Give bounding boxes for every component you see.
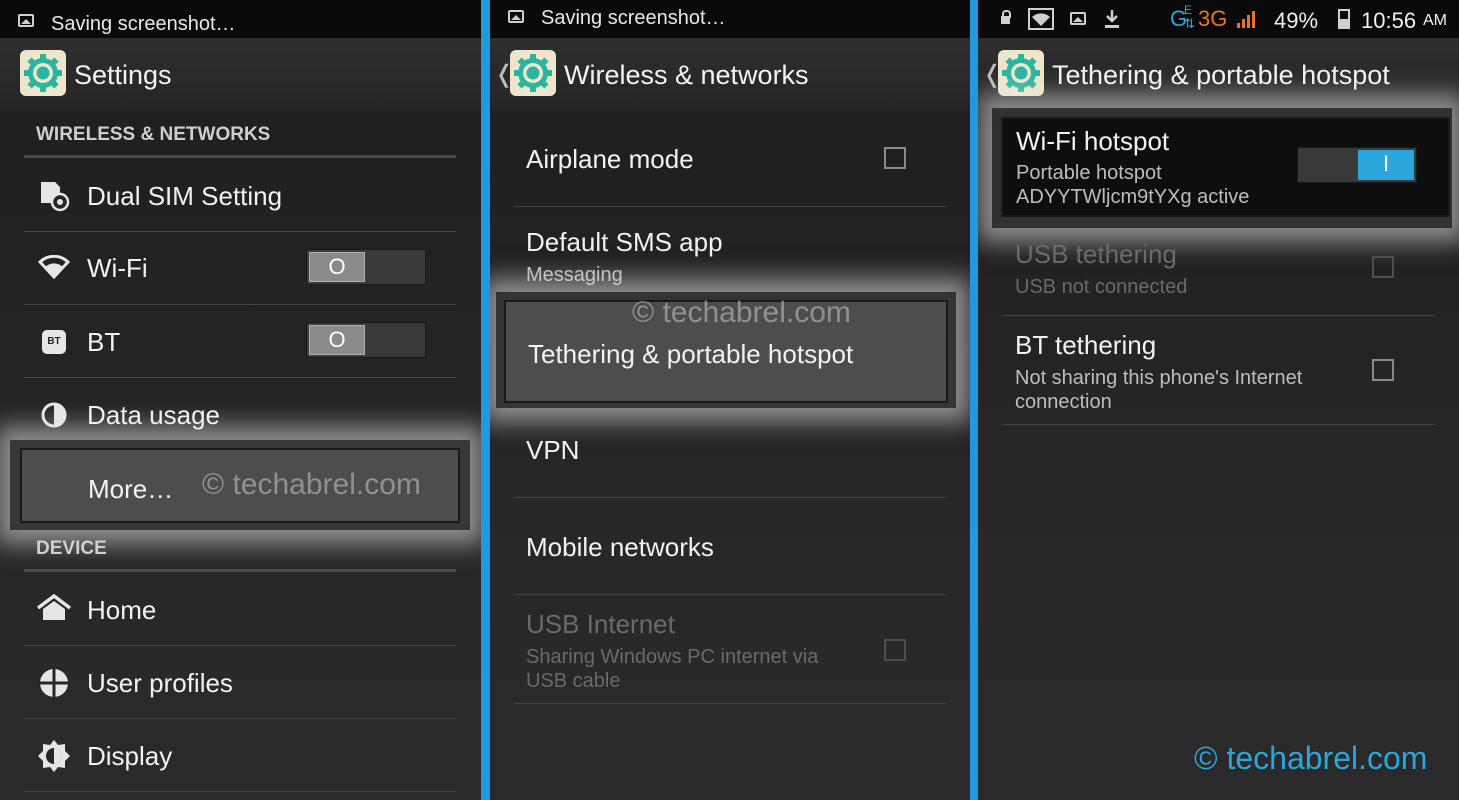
settings-app-icon[interactable] bbox=[20, 50, 66, 96]
settings-item-label: BT tethering bbox=[1015, 330, 1157, 360]
download-icon bbox=[1105, 10, 1119, 28]
divider bbox=[24, 304, 456, 305]
signal-strength-icon bbox=[1237, 11, 1255, 28]
toggle-knob: I bbox=[1358, 150, 1414, 180]
settings-item-summary: Messaging bbox=[526, 264, 623, 286]
wifi-toggle[interactable]: O bbox=[306, 249, 426, 285]
bluetooth-icon: BT bbox=[42, 330, 66, 354]
settings-item-label: More… bbox=[88, 474, 174, 504]
network-type-3g: 3G bbox=[1198, 6, 1228, 31]
action-bar: ❬ Wireless & networks bbox=[490, 38, 970, 110]
settings-item-label: Wi-Fi hotspot bbox=[1016, 126, 1170, 156]
status-bar: Saving screenshot… bbox=[490, 0, 970, 38]
sync-arrows-icon: ⇅ bbox=[1184, 16, 1195, 31]
settings-item-label: USB tethering bbox=[1015, 239, 1177, 269]
page-title: Wireless & networks bbox=[564, 60, 809, 90]
status-bar: G E ⇅ 3G 49% 10:56 AM bbox=[978, 0, 1459, 38]
settings-item-label: User profiles bbox=[87, 668, 233, 698]
battery-percent: 49% bbox=[1274, 8, 1319, 33]
divider bbox=[24, 645, 456, 646]
section-divider bbox=[24, 155, 456, 158]
settings-item-label: Wi-Fi bbox=[87, 253, 148, 283]
settings-item-label: VPN bbox=[526, 435, 580, 465]
settings-item-more[interactable]: More… © techabrel.com bbox=[20, 448, 460, 523]
settings-item-label: USB Internet bbox=[526, 609, 675, 639]
settings-item-summary: Portable hotspot bbox=[1016, 162, 1162, 184]
settings-item-summary: USB not connected bbox=[1015, 276, 1188, 298]
watermark: © techabrel.com bbox=[1194, 740, 1428, 776]
wifi-hotspot-status-icon bbox=[1028, 8, 1054, 30]
settings-item-tethering[interactable]: © techabrel.com Tethering & portable hot… bbox=[504, 296, 948, 403]
page-title: Tethering & portable hotspot bbox=[1052, 60, 1390, 90]
action-bar: ❬ Tethering & portable hotspot bbox=[978, 38, 1459, 110]
settings-item-summary: Not sharing this phone's Internet bbox=[1015, 367, 1303, 389]
usb-internet-checkbox[interactable] bbox=[884, 639, 906, 661]
divider bbox=[1003, 424, 1435, 425]
toggle-knob: O bbox=[309, 252, 365, 282]
screenshot-notification-icon bbox=[1070, 12, 1086, 25]
usb-tethering-checkbox[interactable] bbox=[1372, 256, 1394, 278]
settings-item-summary: Sharing Windows PC internet via USB cabl… bbox=[526, 646, 819, 692]
section-divider bbox=[24, 569, 456, 572]
divider bbox=[514, 594, 946, 595]
bt-toggle[interactable]: O bbox=[306, 322, 426, 358]
airplane-mode-checkbox[interactable] bbox=[884, 147, 906, 169]
section-header-wireless: WIRELESS & NETWORKS bbox=[36, 124, 271, 145]
settings-item-summary: ADYYTWljcm9tYXg active bbox=[1016, 186, 1250, 208]
lock-shackle bbox=[1002, 10, 1011, 18]
watermark: © techabrel.com bbox=[202, 468, 421, 501]
divider bbox=[514, 703, 946, 704]
divider bbox=[514, 206, 946, 207]
settings-app-icon[interactable] bbox=[998, 50, 1044, 96]
wifi-hotspot-toggle[interactable]: I bbox=[1297, 147, 1417, 183]
page-title: Settings bbox=[74, 60, 172, 90]
bt-tethering-checkbox[interactable] bbox=[1372, 359, 1394, 381]
screenshot-notification-icon bbox=[18, 14, 34, 27]
wifi-icon bbox=[38, 255, 70, 279]
settings-item-label: Default SMS app bbox=[526, 227, 723, 257]
section-header-device: DEVICE bbox=[36, 538, 107, 559]
status-bar: Saving screenshot… bbox=[0, 0, 481, 38]
settings-item-summary: connection bbox=[1015, 391, 1112, 413]
toggle-knob: O bbox=[309, 325, 365, 355]
settings-item-wifi-hotspot[interactable]: Wi-Fi hotspot Portable hotspot ADYYTWljc… bbox=[1001, 117, 1450, 217]
dual-sim-icon bbox=[41, 182, 70, 212]
settings-screen: Saving screenshot… Settings WIRELESS & N… bbox=[0, 0, 481, 800]
settings-app-icon[interactable] bbox=[510, 50, 556, 96]
divider bbox=[24, 377, 456, 378]
settings-item-label: Airplane mode bbox=[526, 144, 694, 174]
clock-ampm: AM bbox=[1423, 12, 1447, 29]
settings-item-label: Dual SIM Setting bbox=[87, 181, 283, 211]
tethering-hotspot-screen: G E ⇅ 3G 49% 10:56 AM ❬ Tethering & port… bbox=[978, 0, 1459, 800]
wireless-networks-screen: Saving screenshot… ❬ Wireless & networks bbox=[490, 0, 970, 800]
status-text: Saving screenshot… bbox=[51, 13, 236, 35]
settings-item-label: Home bbox=[87, 595, 157, 625]
battery-icon bbox=[1338, 9, 1350, 29]
divider bbox=[24, 791, 456, 792]
status-text: Saving screenshot… bbox=[541, 7, 726, 29]
divider bbox=[514, 497, 946, 498]
settings-item-label: Mobile networks bbox=[526, 532, 714, 562]
settings-item-label: BT bbox=[87, 327, 121, 357]
network-type-e: E bbox=[1184, 3, 1193, 17]
settings-item-label: Display bbox=[87, 741, 173, 771]
home-icon bbox=[36, 594, 72, 620]
divider bbox=[24, 231, 456, 232]
clock-time: 10:56 bbox=[1361, 8, 1417, 33]
action-bar: Settings bbox=[0, 38, 481, 110]
divider bbox=[24, 718, 456, 719]
screenshot-notification-icon bbox=[508, 10, 524, 23]
watermark: © techabrel.com bbox=[632, 296, 851, 329]
display-icon bbox=[38, 740, 70, 772]
settings-item-label: Data usage bbox=[87, 400, 220, 430]
settings-item-label: Tethering & portable hotspot bbox=[528, 339, 854, 369]
divider bbox=[1003, 315, 1435, 316]
data-usage-icon bbox=[41, 402, 67, 428]
user-profiles-icon bbox=[38, 667, 70, 699]
